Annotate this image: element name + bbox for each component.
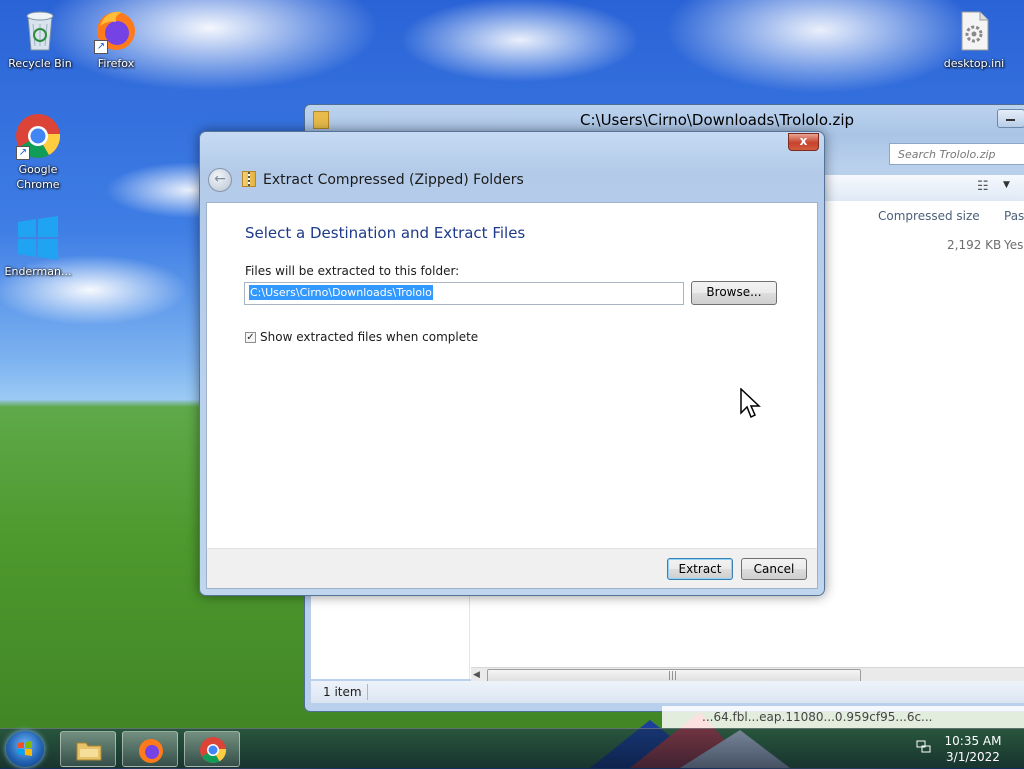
destination-label: Files will be extracted to this folder:: [245, 264, 460, 278]
desktop-icon-label: Firefox: [97, 57, 135, 70]
explorer-titlebar[interactable]: C:\Users\Cirno\Downloads\Trololo.zip: [305, 105, 1024, 133]
view-options-icon[interactable]: ☷: [977, 179, 989, 194]
extract-button[interactable]: Extract: [667, 558, 733, 580]
dialog-content: Select a Destination and Extract Files F…: [206, 202, 818, 549]
taskbar-explorer-button[interactable]: [60, 731, 116, 767]
taskbar-firefox-button[interactable]: [122, 731, 178, 767]
desktop-icon-label: Recycle Bin: [8, 57, 72, 70]
desktop-icon-firefox[interactable]: ↗ Firefox: [78, 6, 154, 71]
desktop-icon-enderman[interactable]: Enderman...: [0, 214, 76, 279]
close-button[interactable]: x: [788, 133, 819, 151]
browse-button[interactable]: Browse...: [691, 281, 777, 305]
desktop-icon-label: Google Chrome: [16, 163, 60, 191]
clock-date: 3/1/2022: [946, 750, 1000, 764]
destination-path-input[interactable]: C:\Users\Cirno\Downloads\Trololo: [244, 282, 684, 305]
file-compressed-size: 2,192 KB: [947, 238, 1002, 252]
explorer-title: C:\Users\Cirno\Downloads\Trololo.zip: [580, 111, 855, 129]
clock[interactable]: 10:35 AM 3/1/2022: [938, 733, 1008, 765]
firefox-icon: ↗: [92, 6, 140, 54]
zip-folder-icon: [242, 171, 256, 187]
close-icon: x: [799, 134, 808, 148]
status-separator: [367, 684, 368, 700]
clock-time: 10:35 AM: [944, 734, 1002, 748]
scroll-left-icon[interactable]: ◀: [473, 670, 480, 680]
column-header-compressed-size[interactable]: Compressed size: [878, 209, 980, 223]
windows-start-icon: [18, 741, 32, 756]
show-files-checkbox[interactable]: ✓: [245, 332, 256, 343]
folder-zip-icon: [313, 111, 329, 129]
start-button[interactable]: [6, 731, 44, 767]
firefox-icon: [139, 739, 163, 763]
recycle-bin-icon: [16, 6, 64, 54]
mouse-cursor-icon: [740, 387, 762, 420]
network-icon[interactable]: [916, 739, 932, 755]
dialog-footer: Extract Cancel: [206, 548, 818, 589]
shortcut-arrow-icon: ↗: [94, 40, 108, 54]
minimize-button[interactable]: [997, 109, 1024, 128]
desktop-icon-recycle-bin[interactable]: Recycle Bin: [2, 6, 78, 71]
show-files-label: Show extracted files when complete: [260, 330, 479, 344]
cancel-button[interactable]: Cancel: [741, 558, 807, 580]
view-dropdown-icon[interactable]: ▼: [1003, 180, 1010, 190]
extract-dialog[interactable]: x ← Extract Compressed (Zipped) Folders …: [199, 131, 825, 596]
folder-icon: [76, 742, 102, 761]
notification-strip: ...64.fbl...eap.11080...0.959cf95...6c..…: [662, 706, 1024, 728]
item-count: 1 item: [323, 685, 362, 699]
taskbar-chrome-button[interactable]: [184, 731, 240, 767]
taskbar: 10:35 AM 3/1/2022: [0, 728, 1024, 769]
desktop-icon-google-chrome[interactable]: ↗ Google Chrome: [0, 112, 76, 192]
show-files-option[interactable]: ✓ Show extracted files when complete: [245, 330, 478, 344]
desktop-icon-label: desktop.ini: [943, 57, 1005, 70]
settings-file-icon: [950, 6, 998, 54]
desktop-icon-desktop-ini[interactable]: desktop.ini: [936, 6, 1012, 71]
column-header-password[interactable]: Pas: [1004, 209, 1024, 223]
dialog-heading: Select a Destination and Extract Files: [245, 224, 526, 242]
file-password-protected: Yes: [1004, 238, 1024, 252]
dialog-title: Extract Compressed (Zipped) Folders: [263, 172, 524, 188]
desktop-icon-label: Enderman...: [4, 265, 72, 278]
search-input[interactable]: Search Trololo.zip: [889, 143, 1024, 165]
destination-path-value: C:\Users\Cirno\Downloads\Trololo: [249, 285, 433, 300]
chrome-icon: [200, 737, 227, 763]
back-arrow-icon: ←: [214, 171, 226, 187]
windows-logo-icon: [14, 214, 62, 262]
chrome-icon: ↗: [14, 112, 62, 160]
shortcut-arrow-icon: ↗: [16, 146, 30, 160]
back-button[interactable]: ←: [208, 168, 232, 192]
